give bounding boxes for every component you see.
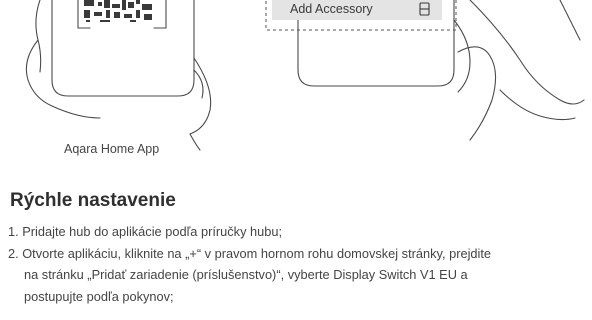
section-title: Rýchle nastavenie (10, 190, 176, 211)
step-line: postupujte podľa pokynov; (24, 288, 174, 304)
step-line: 1. Pridajte hub do aplikácie podľa príru… (8, 224, 283, 239)
step-item: 2. Otvorte aplikáciu, kliknite na „+“ v … (8, 243, 588, 308)
step-item: 1. Pridajte hub do aplikácie podľa príru… (8, 221, 588, 243)
illustration-caption: Aqara Home App (64, 142, 160, 156)
left-phone-outline (51, 0, 195, 97)
add-accessory-label: Add Accessory (290, 2, 373, 16)
setup-steps: 1. Pridajte hub do aplikácie podľa príru… (8, 221, 588, 307)
setup-illustration: Add Accessory (0, 0, 592, 162)
qr-code (84, 0, 152, 22)
phone-hands-drawing: Add Accessory (25, 0, 585, 151)
step-line: 2. Otvorte aplikáciu, kliknite na „+“ v … (8, 245, 492, 261)
step-line: na stránku „Pridať zariadenie (príslušen… (24, 267, 468, 282)
